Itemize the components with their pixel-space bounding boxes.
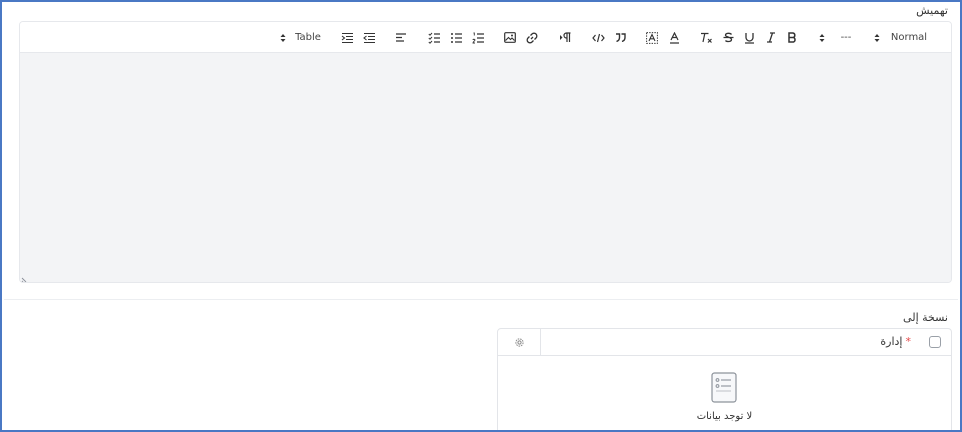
check-list-icon[interactable] — [426, 28, 442, 47]
section-divider — [4, 299, 958, 300]
strikethrough-icon[interactable] — [720, 28, 736, 47]
background-color-icon[interactable] — [644, 28, 660, 47]
header-select-arrows-icon[interactable] — [872, 28, 882, 47]
blockquote-icon[interactable] — [612, 28, 628, 47]
italic-icon[interactable] — [763, 28, 779, 47]
required-marker: * — [905, 335, 912, 348]
window-frame: تهميش Normal --- Table نسخة إلى *إدارة ل… — [0, 0, 962, 432]
font-color-icon[interactable] — [666, 28, 682, 47]
empty-state-text: لا توجد بيانات — [696, 411, 753, 422]
code-icon[interactable] — [590, 28, 606, 47]
margin-section-label: تهميش — [916, 4, 948, 17]
underline-icon[interactable] — [741, 28, 757, 47]
resize-grip-icon[interactable] — [21, 275, 29, 283]
clear-format-icon[interactable] — [698, 28, 714, 47]
bullet-list-icon[interactable] — [448, 28, 464, 47]
outdent-icon[interactable] — [361, 28, 377, 47]
gear-icon — [514, 338, 524, 347]
table-select[interactable]: Table — [295, 28, 321, 47]
copy-to-section-label: نسخة إلى — [903, 311, 948, 324]
size-select-value: --- — [840, 32, 852, 43]
bold-icon[interactable] — [784, 28, 800, 47]
department-column-header: *إدارة — [880, 335, 911, 348]
size-select[interactable]: --- — [838, 28, 854, 47]
indent-icon[interactable] — [339, 28, 355, 47]
table-select-arrows-icon[interactable] — [278, 28, 288, 47]
table-select-value: Table — [295, 32, 321, 43]
empty-state: لا توجد بيانات — [498, 356, 951, 430]
align-icon[interactable] — [393, 28, 409, 47]
department-column-title: إدارة — [880, 335, 903, 348]
empty-document-icon — [711, 372, 737, 403]
editor-toolbar: Normal --- Table — [20, 22, 951, 53]
column-settings-button[interactable] — [498, 329, 541, 356]
link-icon[interactable] — [524, 28, 540, 47]
header-select-value: Normal — [890, 32, 928, 43]
copy-to-table: *إدارة لا توجد بيانات — [497, 328, 952, 430]
text-direction-icon[interactable] — [557, 28, 573, 47]
select-all-checkbox[interactable] — [929, 336, 941, 348]
image-icon[interactable] — [502, 28, 518, 47]
ordered-list-icon[interactable] — [470, 28, 486, 47]
rich-text-editor: Normal --- Table — [19, 21, 952, 283]
table-header-row: *إدارة — [498, 329, 951, 356]
size-select-arrows-icon[interactable] — [817, 28, 827, 47]
editor-content-area[interactable] — [20, 53, 951, 283]
